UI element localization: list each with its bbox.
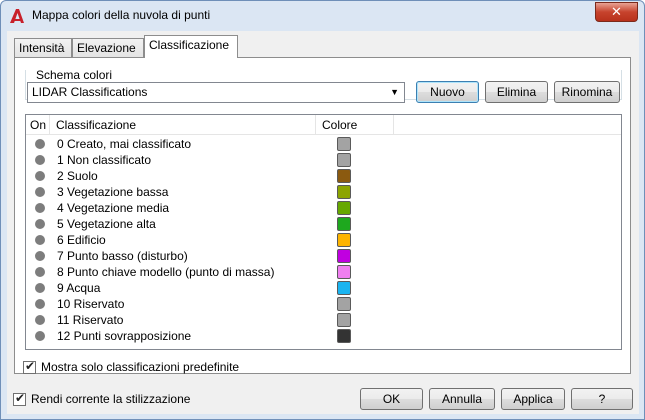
on-toggle-icon[interactable]: [35, 235, 45, 245]
apply-button[interactable]: Applica: [501, 388, 565, 410]
table-row[interactable]: 7 Punto basso (disturbo): [26, 248, 621, 264]
tab-classificazione[interactable]: Classificazione: [144, 35, 238, 58]
dialog-window: Mappa colori della nuvola di punti ✕ Int…: [0, 0, 645, 420]
color-scheme-selected: LIDAR Classifications: [32, 85, 148, 99]
table-row[interactable]: 4 Vegetazione media: [26, 200, 621, 216]
show-predefined-checkbox[interactable]: ✔: [23, 359, 36, 374]
make-current-checkbox[interactable]: ✔: [13, 391, 26, 406]
color-swatch[interactable]: [337, 233, 351, 247]
on-toggle-icon[interactable]: [35, 219, 45, 229]
classification-label: 6 Edificio: [57, 233, 106, 247]
show-predefined-label: Mostra solo classificazioni predefinite: [41, 360, 240, 374]
table-row[interactable]: 11 Riservato: [26, 312, 621, 328]
list-header: On Classificazione Colore: [26, 115, 621, 135]
classification-list[interactable]: On Classificazione Colore 0 Creato, mai …: [25, 114, 622, 350]
color-swatch[interactable]: [337, 313, 351, 327]
classification-label: 7 Punto basso (disturbo): [57, 249, 188, 263]
classification-label: 10 Riservato: [57, 297, 125, 311]
checkmark-icon: ✔: [25, 359, 36, 373]
on-toggle-icon[interactable]: [35, 331, 45, 341]
cancel-button[interactable]: Annulla: [429, 388, 495, 410]
make-current-label: Rendi corrente la stilizzazione: [31, 392, 191, 406]
table-row[interactable]: 5 Vegetazione alta: [26, 216, 621, 232]
tab-elevazione[interactable]: Elevazione: [72, 38, 144, 58]
window-title: Mappa colori della nuvola di punti: [32, 8, 211, 22]
table-row[interactable]: 12 Punti sovrapposizione: [26, 328, 621, 344]
table-row[interactable]: 8 Punto chiave modello (punto di massa): [26, 264, 621, 280]
on-toggle-icon[interactable]: [35, 187, 45, 197]
tab-label: Classificazione: [149, 38, 230, 52]
dialog-client-area: Intensità Elevazione Classificazione Sch…: [7, 31, 639, 414]
color-swatch[interactable]: [337, 153, 351, 167]
rename-button-label: Rinomina: [561, 85, 613, 99]
color-swatch[interactable]: [337, 249, 351, 263]
color-swatch[interactable]: [337, 201, 351, 215]
color-swatch[interactable]: [337, 137, 351, 151]
classification-label: 11 Riservato: [57, 313, 124, 327]
on-toggle-icon[interactable]: [35, 267, 45, 277]
on-toggle-icon[interactable]: [35, 251, 45, 261]
close-button[interactable]: ✕: [595, 2, 638, 22]
color-swatch[interactable]: [337, 329, 351, 343]
on-toggle-icon[interactable]: [35, 299, 45, 309]
color-scheme-dropdown[interactable]: LIDAR Classifications ▼: [27, 82, 405, 103]
classification-label: 1 Non classificato: [57, 153, 152, 167]
classification-label: 0 Creato, mai classificato: [57, 137, 192, 151]
column-header-on[interactable]: On: [26, 115, 50, 135]
column-header-label: On: [30, 118, 47, 132]
on-toggle-icon[interactable]: [35, 155, 45, 165]
on-toggle-icon[interactable]: [35, 171, 45, 181]
on-toggle-icon[interactable]: [35, 203, 45, 213]
color-swatch[interactable]: [337, 169, 351, 183]
ok-button[interactable]: OK: [360, 388, 423, 410]
chevron-down-icon: ▼: [390, 87, 399, 97]
checkmark-icon: ✔: [15, 391, 26, 405]
classification-label: 8 Punto chiave modello (punto di massa): [57, 265, 275, 279]
color-swatch[interactable]: [337, 265, 351, 279]
classification-label: 4 Vegetazione media: [57, 201, 170, 215]
ok-button-label: OK: [382, 392, 401, 406]
autocad-app-icon: [9, 8, 25, 24]
tab-label: Intensità: [19, 41, 65, 55]
on-toggle-icon[interactable]: [35, 283, 45, 293]
new-scheme-button[interactable]: Nuovo: [416, 81, 479, 103]
column-header-label: Colore: [322, 118, 358, 132]
help-button-label: ?: [598, 392, 606, 406]
table-row[interactable]: 0 Creato, mai classificato: [26, 136, 621, 152]
table-row[interactable]: 9 Acqua: [26, 280, 621, 296]
classification-label: 2 Suolo: [57, 169, 98, 183]
classification-label: 5 Vegetazione alta: [57, 217, 156, 231]
table-row[interactable]: 10 Riservato: [26, 296, 621, 312]
on-toggle-icon[interactable]: [35, 315, 45, 325]
new-button-label: Nuovo: [430, 85, 465, 99]
classification-label: 9 Acqua: [57, 281, 101, 295]
close-icon: ✕: [611, 4, 622, 19]
rename-scheme-button[interactable]: Rinomina: [554, 81, 620, 103]
apply-button-label: Applica: [513, 392, 553, 406]
delete-button-label: Elimina: [496, 85, 537, 99]
title-bar[interactable]: Mappa colori della nuvola di punti ✕: [1, 1, 644, 31]
column-header-label: Classificazione: [56, 118, 137, 132]
delete-scheme-button[interactable]: Elimina: [485, 81, 548, 103]
table-row[interactable]: 1 Non classificato: [26, 152, 621, 168]
column-header-colore[interactable]: Colore: [316, 115, 394, 135]
color-swatch[interactable]: [337, 185, 351, 199]
column-header-classificazione[interactable]: Classificazione: [50, 115, 316, 135]
color-swatch[interactable]: [337, 297, 351, 311]
table-row[interactable]: 6 Edificio: [26, 232, 621, 248]
cancel-button-label: Annulla: [441, 392, 483, 406]
tab-intensita[interactable]: Intensità: [14, 38, 72, 58]
list-rows: 0 Creato, mai classificato 1 Non classifi…: [26, 136, 621, 344]
classification-label: 3 Vegetazione bassa: [57, 185, 169, 199]
color-scheme-label: Schema colori: [34, 68, 115, 82]
tab-label: Elevazione: [77, 41, 136, 55]
color-swatch[interactable]: [337, 217, 351, 231]
table-row[interactable]: 2 Suolo: [26, 168, 621, 184]
on-toggle-icon[interactable]: [35, 139, 45, 149]
classificazione-panel: Schema colori LIDAR Classifications ▼ Nu…: [14, 57, 631, 374]
help-button[interactable]: ?: [571, 388, 633, 410]
color-swatch[interactable]: [337, 281, 351, 295]
classification-label: 12 Punti sovrapposizione: [57, 329, 192, 343]
table-row[interactable]: 3 Vegetazione bassa: [26, 184, 621, 200]
